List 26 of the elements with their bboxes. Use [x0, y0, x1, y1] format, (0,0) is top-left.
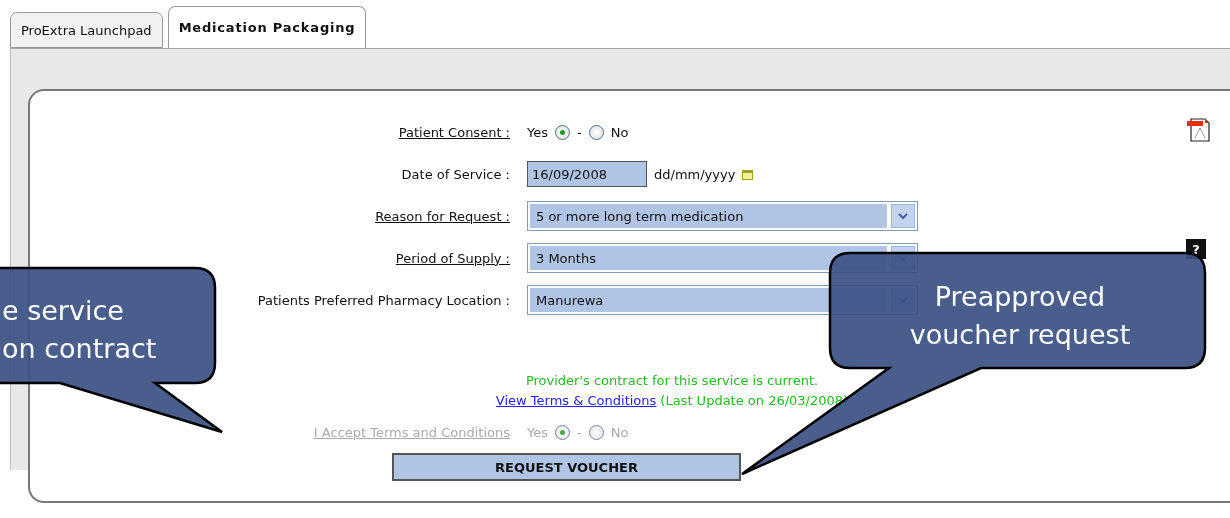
field-label: Date of Service : — [401, 166, 510, 182]
field-label: Period of Supply : — [395, 250, 510, 266]
request-voucher-button[interactable]: REQUEST VOUCHER — [392, 453, 741, 481]
radio-button[interactable] — [555, 124, 570, 140]
accept-terms-label: I Accept Terms and Conditions — [313, 424, 510, 440]
field-label: Patient Consent : — [398, 124, 510, 140]
separator-text: - — [577, 124, 582, 140]
option-label: No — [610, 424, 629, 440]
callout-tooltip-text: e service on contract — [2, 294, 157, 366]
field-label: Patients Preferred Pharmacy Location : — [257, 292, 510, 308]
option-label: Yes — [527, 424, 548, 440]
calendar-icon[interactable] — [742, 168, 754, 180]
date-format-hint: dd/mm/yyyy — [654, 166, 736, 182]
dropdown-select[interactable]: 5 or more long term medication — [527, 201, 918, 231]
date-field[interactable]: 16/09/2008 — [527, 161, 647, 187]
radio-button[interactable] — [588, 124, 604, 140]
tab[interactable]: ProExtra Launchpad — [10, 12, 163, 48]
terms-link[interactable]: View Terms & Conditions — [495, 391, 657, 411]
pdf-document-icon[interactable] — [1186, 116, 1212, 142]
option-label: No — [610, 124, 629, 140]
tab[interactable]: Medication Packaging — [167, 6, 367, 48]
contract-status-text: Provider's contract for this service is current. — [524, 372, 820, 390]
separator-text: - — [577, 424, 582, 440]
option-label: Yes — [527, 124, 548, 140]
field-label: Reason for Request : — [375, 208, 510, 224]
chevron-down-icon — [898, 212, 908, 220]
